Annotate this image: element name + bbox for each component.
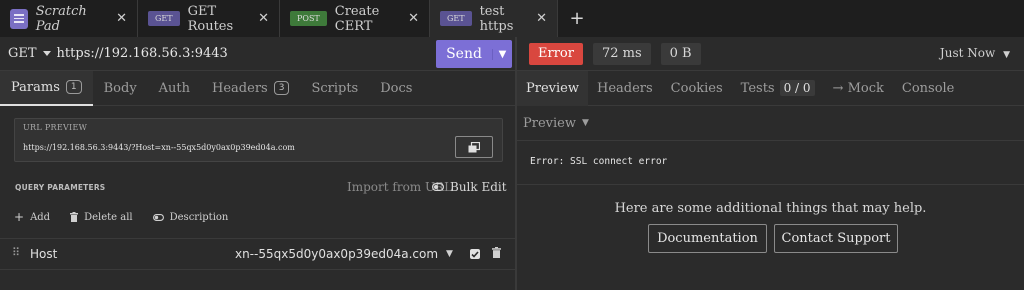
query-param-row: ⠿ Host xn--55qx5d0y0ax0p39ed04a.com ▼ [0,238,515,270]
tab-params[interactable]: Params 1 [0,70,93,106]
tab-label: Headers [212,80,268,96]
response-size-badge: 0 B [660,42,701,65]
close-icon[interactable]: ✕ [116,11,127,26]
check-icon [471,250,479,258]
method-value: GET [8,46,37,61]
tab-response-headers[interactable]: Headers [588,71,662,106]
query-params-title: QUERY PARAMETERS [15,183,106,192]
param-enabled-checkbox[interactable] [470,249,480,259]
bulk-edit-toggle[interactable]: Bulk Edit [432,180,507,194]
send-button[interactable]: Send ▼ [436,40,512,68]
tab-body[interactable]: Body [93,71,148,106]
delete-all-button[interactable]: Delete all [70,210,133,224]
close-icon[interactable]: ✕ [258,11,269,26]
preview-mode-label: Preview [523,115,576,131]
tab-label: Body [103,80,137,96]
add-label: Add [30,211,51,223]
divider [517,184,1024,185]
method-badge: GET [440,11,472,26]
add-param-button[interactable]: + Add [14,210,50,224]
method-select[interactable]: GET [8,46,51,61]
add-tab-button[interactable]: + [558,0,596,37]
history-dropdown[interactable]: Just Now ▼ [940,46,1010,60]
url-preview: URL PREVIEW https://192.168.56.3:9443/?H… [14,118,503,162]
url-preview-title: URL PREVIEW [23,123,88,132]
tests-count-badge: 0 / 0 [779,80,815,96]
trash-icon [70,212,79,222]
description-toggle[interactable]: Description [152,210,229,224]
tab-label: Scripts [311,80,359,96]
send-options-caret-icon[interactable]: ▼ [492,48,512,60]
tab-label: Auth [158,80,191,96]
status-badge: Error [529,42,583,65]
tab-label: → Mock [832,80,884,96]
method-badge: GET [148,11,180,26]
bulk-edit-label: Bulk Edit [450,180,507,194]
tab-scripts[interactable]: Scripts [300,71,369,106]
tab-get-routes[interactable]: GET GET Routes ✕ [138,0,280,37]
tab-headers[interactable]: Headers 3 [201,71,300,106]
copy-icon [468,141,480,152]
error-message: Error: SSL connect error [530,156,668,167]
send-label: Send [446,46,482,62]
help-text: Here are some additional things that may… [614,201,927,216]
description-label: Description [169,211,229,223]
method-badge: POST [290,11,327,26]
response-tabs: Preview Headers Cookies Tests 0 / 0 → Mo… [517,70,1024,106]
caret-down-icon: ▼ [581,118,589,128]
tab-response-mock[interactable]: → Mock [824,71,893,106]
plus-icon: + [14,210,25,224]
documentation-button[interactable]: Documentation [648,224,767,253]
caret-down-icon: ▼ [1003,50,1010,60]
request-url-bar: GET https://192.168.56.3:9443 Send ▼ [0,37,516,71]
tab-label: Docs [380,80,413,96]
scratch-pad-icon [10,8,28,29]
tab-label: Preview [526,80,579,96]
close-icon[interactable]: ✕ [536,11,547,26]
tab-label: Create CERT [334,3,380,34]
url-input[interactable]: https://192.168.56.3:9443 [57,46,228,61]
drag-handle-icon[interactable]: ⠿ [12,246,20,259]
close-icon[interactable]: ✕ [408,11,419,26]
url-preview-text: https://192.168.56.3:9443/?Host=xn--55qx… [23,143,295,152]
caret-down-icon [42,50,51,56]
tab-test-https[interactable]: GET test https ✕ [430,0,558,37]
param-value-input[interactable]: xn--55qx5d0y0ax0p39ed04a.com [235,247,438,261]
tab-label: Params [11,79,60,95]
tab-response-tests[interactable]: Tests 0 / 0 [732,71,824,106]
contact-support-button[interactable]: Contact Support [774,224,898,253]
tab-label: Console [901,80,955,96]
param-options-caret-icon[interactable]: ▼ [446,249,453,259]
query-params-actions: + Add Delete all Description [14,210,228,224]
tab-docs[interactable]: Docs [369,71,423,106]
tab-auth[interactable]: Auth [148,71,201,106]
toggle-icon [432,183,444,191]
trash-icon [492,247,501,258]
response-time-badge: 72 ms [592,42,651,65]
history-label: Just Now [939,46,996,60]
headers-count-badge: 3 [273,81,290,95]
tab-scratch-pad[interactable]: Scratch Pad ✕ [0,0,138,37]
tab-response-cookies[interactable]: Cookies [662,71,732,106]
tab-response-console[interactable]: Console [893,71,964,106]
tab-bar: Scratch Pad ✕ GET GET Routes ✕ POST Crea… [0,0,1024,37]
delete-all-label: Delete all [84,211,133,223]
tab-label: GET Routes [187,3,234,34]
delete-param-button[interactable] [492,247,501,262]
tab-label: test https [479,3,514,34]
tab-label: Tests [740,80,775,96]
tab-label: Scratch Pad [35,3,87,34]
tab-response-preview[interactable]: Preview [517,70,588,106]
tab-label: Cookies [670,80,723,96]
copy-url-button[interactable] [455,136,493,158]
param-name-input[interactable]: Host [30,247,57,261]
response-status-bar: Error 72 ms 0 B Just Now ▼ [517,37,1024,71]
tab-label: Headers [596,80,653,96]
tab-create-cert[interactable]: POST Create CERT ✕ [280,0,430,37]
preview-mode-select[interactable]: Preview ▼ [517,106,1024,141]
toggle-icon [152,213,164,221]
params-count-badge: 1 [65,80,82,94]
request-tabs: Params 1 Body Auth Headers 3 Scripts Doc… [0,70,515,106]
